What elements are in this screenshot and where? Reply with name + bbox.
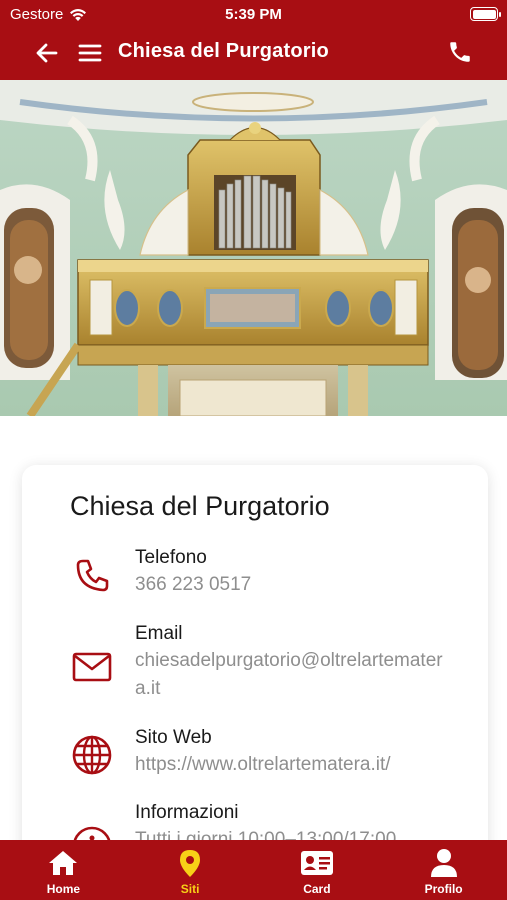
- globe-icon: [72, 735, 112, 775]
- id-card-icon: [300, 851, 333, 875]
- info-label: Informazioni: [135, 802, 239, 823]
- phone-icon: [76, 559, 109, 592]
- phone-label: Telefono: [135, 547, 207, 568]
- nav-bar: Chiesa del Purgatorio: [0, 28, 507, 76]
- top-bar: Gestore 5:39 PM Chiesa del Purgatorio: [0, 0, 507, 80]
- menu-icon[interactable]: [78, 40, 102, 66]
- mail-icon: [72, 652, 112, 682]
- email-label: Email: [135, 623, 183, 644]
- back-arrow-icon[interactable]: [34, 40, 60, 66]
- website-value[interactable]: https://www.oltrelartematera.it/: [135, 751, 455, 779]
- email-value[interactable]: chiesadelpurgatorio@oltrelartematera.it: [135, 647, 455, 703]
- bottom-tab-bar: Home Siti Card Profilo: [0, 840, 507, 900]
- status-bar: Gestore 5:39 PM: [0, 0, 507, 28]
- user-icon: [430, 849, 457, 877]
- tab-profilo-label: Profilo: [424, 882, 463, 896]
- email-row[interactable]: Email chiesadelpurgatorio@oltrelartemate…: [22, 623, 488, 707]
- clock: 5:39 PM: [225, 6, 282, 23]
- page-title: Chiesa del Purgatorio: [118, 40, 329, 62]
- card-title: Chiesa del Purgatorio: [70, 491, 330, 521]
- map-pin-icon: [180, 850, 201, 877]
- info-card: Chiesa del Purgatorio Telefono 366 223 0…: [22, 465, 488, 885]
- church-organ-illustration: [0, 80, 507, 416]
- tab-profilo[interactable]: Profilo: [380, 840, 507, 900]
- battery-icon: [470, 7, 501, 21]
- phone-call-icon[interactable]: [447, 39, 473, 65]
- tab-card-label: Card: [303, 882, 331, 896]
- tab-siti-label: Siti: [180, 882, 200, 896]
- phone-value[interactable]: 366 223 0517: [135, 571, 455, 599]
- website-label: Sito Web: [135, 727, 212, 748]
- phone-row[interactable]: Telefono 366 223 0517: [22, 547, 488, 607]
- tab-home-label: Home: [46, 882, 81, 896]
- home-icon: [49, 851, 78, 875]
- tab-siti[interactable]: Siti: [127, 840, 254, 900]
- hero-image: [0, 80, 507, 416]
- tab-home[interactable]: Home: [0, 840, 127, 900]
- website-row[interactable]: Sito Web https://www.oltrelartematera.it…: [22, 727, 488, 787]
- tab-card[interactable]: Card: [254, 840, 381, 900]
